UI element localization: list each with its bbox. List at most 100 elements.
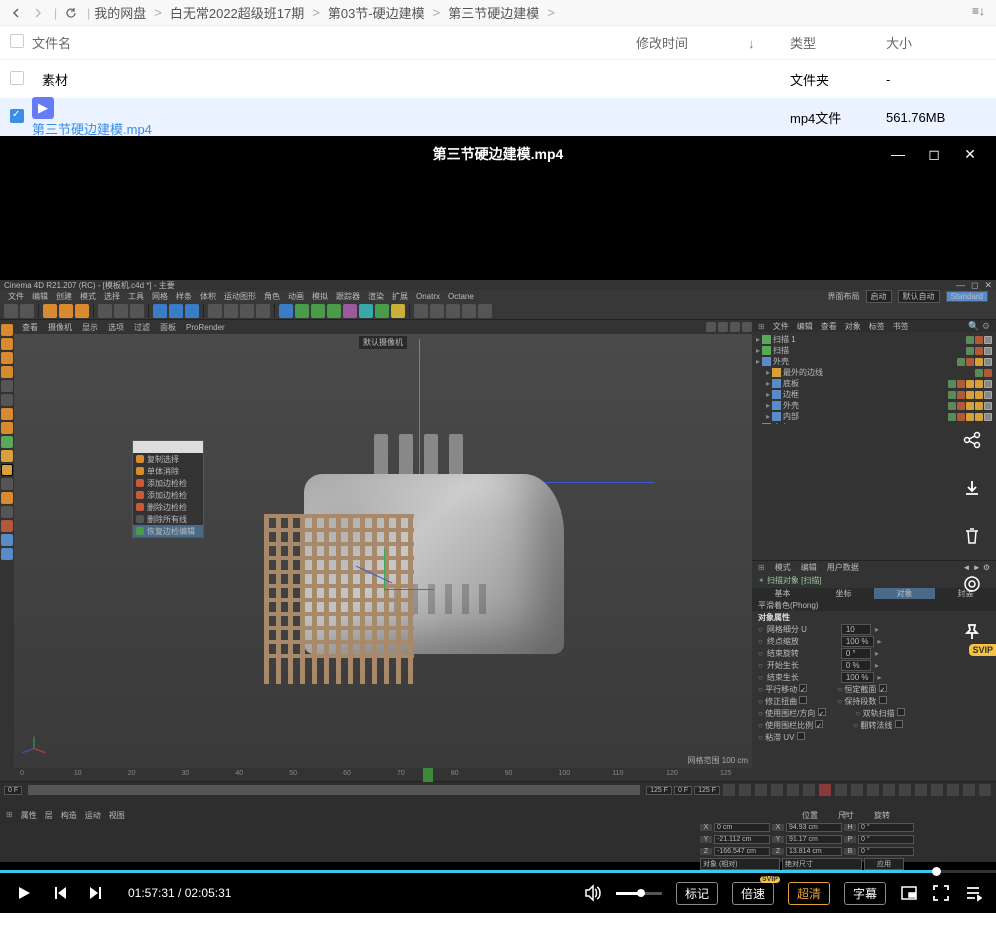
next-button[interactable] bbox=[86, 883, 106, 903]
attr-tab[interactable]: 编辑 bbox=[801, 562, 817, 573]
bt-tab[interactable]: 视图 bbox=[109, 810, 125, 820]
crumb-root[interactable]: 我的网盘 bbox=[94, 3, 146, 22]
tool-icon[interactable] bbox=[208, 304, 222, 318]
pip-button[interactable] bbox=[900, 884, 918, 902]
mode-icon[interactable] bbox=[1, 352, 13, 364]
tl-btn-icon[interactable] bbox=[899, 784, 911, 796]
object-row[interactable]: ▸边框 bbox=[756, 389, 992, 400]
vp-tab[interactable]: 摄像机 bbox=[48, 322, 72, 333]
vp-nav-icon[interactable] bbox=[718, 322, 728, 332]
tool-icon[interactable] bbox=[256, 304, 270, 318]
volume-slider[interactable] bbox=[616, 892, 662, 895]
layout-std[interactable]: Standard bbox=[946, 291, 988, 302]
tl-btn-icon[interactable] bbox=[867, 784, 879, 796]
menu-item[interactable]: Octane bbox=[448, 292, 474, 301]
tool-env-icon[interactable] bbox=[359, 304, 373, 318]
menu-item[interactable]: 运动图形 bbox=[224, 291, 256, 302]
coord-rot[interactable]: 0 ° bbox=[858, 847, 914, 856]
coord-pos[interactable]: -21.112 cm bbox=[714, 835, 770, 844]
attr-checkbox[interactable] bbox=[799, 684, 807, 692]
vp-tab[interactable]: ProRender bbox=[186, 323, 225, 332]
mode-icon[interactable] bbox=[1, 436, 13, 448]
tl-first-icon[interactable] bbox=[723, 784, 735, 796]
attr-subtab[interactable]: 对象 bbox=[874, 588, 935, 599]
bt-tab[interactable]: 构造 bbox=[61, 810, 77, 820]
coord-pos[interactable]: -166.547 cm bbox=[714, 847, 770, 856]
attr-checkbox[interactable] bbox=[818, 708, 826, 716]
subtitle-button[interactable]: 字幕 bbox=[844, 882, 886, 905]
layout-select[interactable]: 启动 bbox=[866, 290, 892, 303]
playlist-button[interactable] bbox=[964, 884, 982, 902]
mode-icon[interactable] bbox=[1, 380, 13, 392]
object-row[interactable]: ▸扫描 1 bbox=[756, 334, 992, 345]
mode-icon[interactable] bbox=[1, 492, 13, 504]
menu-item[interactable]: 跟踪器 bbox=[336, 291, 360, 302]
vp-tab[interactable]: 选项 bbox=[108, 322, 124, 333]
attr-field[interactable]: 100 % bbox=[841, 636, 874, 647]
tl-end[interactable]: 125 F bbox=[646, 786, 672, 795]
col-size-header[interactable]: 大小 bbox=[886, 33, 996, 52]
tool-deformer-icon[interactable] bbox=[343, 304, 357, 318]
tl-range[interactable] bbox=[28, 785, 640, 795]
tool-render-icon[interactable] bbox=[224, 304, 238, 318]
search-icon[interactable]: 🔍 ⚙ bbox=[968, 321, 990, 332]
bt-tab[interactable]: 层 bbox=[45, 810, 53, 820]
menu-item[interactable]: 模式 bbox=[80, 291, 96, 302]
col-name-header[interactable]: 文件名 bbox=[32, 33, 636, 52]
play-button[interactable] bbox=[14, 883, 34, 903]
mark-button[interactable]: 标记 bbox=[676, 882, 718, 905]
coord-rot[interactable]: 0 ° bbox=[858, 835, 914, 844]
ctx-item[interactable]: 添加边检检 bbox=[133, 477, 203, 489]
object-row[interactable]: ▸底板 bbox=[756, 378, 992, 389]
tool-scale-icon[interactable] bbox=[59, 304, 73, 318]
crumb-1[interactable]: 白无常2022超级班17期 bbox=[170, 3, 304, 22]
tool-icon[interactable] bbox=[414, 304, 428, 318]
bt-tab[interactable]: 属性 bbox=[21, 810, 37, 820]
tool-icon[interactable] bbox=[4, 304, 18, 318]
ctx-item[interactable]: 复制选择 bbox=[133, 453, 203, 465]
coord-tab[interactable]: 位置 bbox=[802, 810, 818, 821]
mode-icon[interactable] bbox=[1, 464, 13, 476]
ctx-item[interactable]: 添加边检检 bbox=[133, 489, 203, 501]
coord-size[interactable]: 13.814 cm bbox=[786, 847, 842, 856]
object-row[interactable]: ▸外壳 bbox=[756, 400, 992, 411]
tl-from[interactable]: 0 F bbox=[674, 786, 692, 795]
mode-icon[interactable] bbox=[1, 408, 13, 420]
tool-z-icon[interactable] bbox=[185, 304, 199, 318]
tl-key-icon[interactable] bbox=[835, 784, 847, 796]
attr-field[interactable]: 100 % bbox=[841, 672, 874, 683]
tool-icon[interactable] bbox=[446, 304, 460, 318]
mode-icon[interactable] bbox=[1, 520, 13, 532]
tl-play-icon[interactable] bbox=[755, 784, 767, 796]
nav-refresh-button[interactable] bbox=[61, 3, 81, 23]
tl-btn-icon[interactable] bbox=[883, 784, 895, 796]
attr-subtab[interactable]: 坐标 bbox=[813, 588, 874, 599]
object-row[interactable]: ▸扫描 bbox=[756, 345, 992, 356]
tl-to[interactable]: 125 F bbox=[694, 786, 720, 795]
vp-nav-icon[interactable] bbox=[730, 322, 740, 332]
attr-checkbox[interactable] bbox=[895, 720, 903, 728]
mode-icon[interactable] bbox=[1, 450, 13, 462]
attr-checkbox[interactable] bbox=[797, 732, 805, 740]
coord-size-select[interactable]: 绝对尺寸 bbox=[782, 858, 862, 870]
attr-tab[interactable]: 模式 bbox=[775, 562, 791, 573]
file-row[interactable]: 素材 文件夹 - bbox=[0, 60, 996, 98]
ctx-item[interactable]: 删除边检检 bbox=[133, 501, 203, 513]
tl-btn-icon[interactable] bbox=[851, 784, 863, 796]
quality-button[interactable]: 超清 bbox=[788, 882, 830, 905]
tool-icon[interactable] bbox=[114, 304, 128, 318]
mode-icon[interactable] bbox=[1, 338, 13, 350]
mode-icon[interactable] bbox=[1, 548, 13, 560]
maximize-button[interactable]: ◻ bbox=[916, 140, 952, 168]
vp-tab[interactable]: 过滤 bbox=[134, 322, 150, 333]
vp-nav-icon[interactable] bbox=[706, 322, 716, 332]
tool-camera-icon[interactable] bbox=[375, 304, 389, 318]
timeline-playhead[interactable] bbox=[423, 768, 433, 782]
menu-item[interactable]: 编辑 bbox=[32, 291, 48, 302]
tool-icon[interactable] bbox=[98, 304, 112, 318]
mode-icon[interactable] bbox=[1, 324, 13, 336]
tool-icon[interactable] bbox=[478, 304, 492, 318]
menu-item[interactable]: 创建 bbox=[56, 291, 72, 302]
tool-rotate-icon[interactable] bbox=[75, 304, 89, 318]
menu-item[interactable]: 网格 bbox=[152, 291, 168, 302]
